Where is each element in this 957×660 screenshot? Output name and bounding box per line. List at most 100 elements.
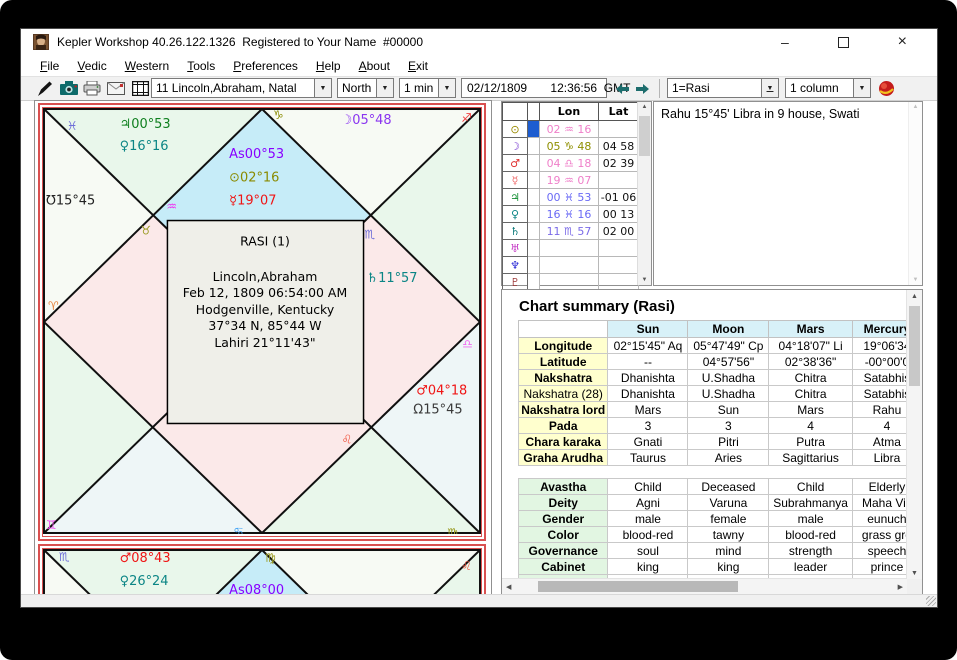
summary-value-cell: 05°47'49" Cp bbox=[688, 338, 769, 354]
chart-label-saturn: ♄11°57 bbox=[367, 271, 418, 286]
menu-help[interactable]: Help bbox=[307, 59, 350, 73]
film-icon[interactable] bbox=[131, 79, 150, 98]
summary-value-cell: Sun bbox=[688, 402, 769, 418]
resize-grip[interactable] bbox=[926, 596, 936, 606]
scroll-down-icon[interactable]: ▼ bbox=[911, 570, 918, 577]
select-cell[interactable] bbox=[528, 172, 540, 189]
planet-row-mars[interactable]: ♂04 ♎ 1802 39 bbox=[503, 155, 639, 172]
chart-select[interactable]: 11 Lincoln,Abraham, Natal ▼ bbox=[151, 78, 332, 98]
planet-row-uranus[interactable]: ♅ bbox=[503, 240, 639, 257]
select-cell[interactable] bbox=[528, 155, 540, 172]
summary-col-header: Sun bbox=[608, 321, 688, 338]
planet-table-scrollbar[interactable]: ▲ ▼ bbox=[637, 102, 651, 285]
printer-icon[interactable] bbox=[82, 79, 101, 98]
select-cell[interactable] bbox=[528, 138, 540, 155]
menu-preferences[interactable]: Preferences bbox=[224, 59, 307, 73]
camera-icon[interactable] bbox=[59, 79, 78, 98]
menu-western[interactable]: Western bbox=[116, 59, 178, 73]
select-cell[interactable] bbox=[528, 274, 540, 291]
planet-row-mercury[interactable]: ☿19 ♒ 07 bbox=[503, 172, 639, 189]
planet-row-venus[interactable]: ♀16 ♓ 1600 13 bbox=[503, 206, 639, 223]
select-cell[interactable] bbox=[528, 206, 540, 223]
second-chart[interactable]: ♏ ♂08°43 ♀26°24 ♍ As08°00 ♌ bbox=[38, 544, 486, 596]
menu-tools[interactable]: Tools bbox=[178, 59, 224, 73]
chart-title: RASI (1) bbox=[240, 234, 290, 249]
scrollbar-thumb[interactable] bbox=[639, 116, 650, 156]
forward-arrow-icon[interactable] bbox=[633, 79, 652, 98]
chevron-down-icon[interactable]: ▼ bbox=[438, 79, 455, 97]
scroll-down-icon[interactable]: ▼ bbox=[909, 277, 922, 283]
menu-about[interactable]: About bbox=[350, 59, 399, 73]
info-scrollbar[interactable]: ▲ ▼ bbox=[908, 102, 922, 285]
summary-label-cell: Longitude bbox=[519, 338, 608, 354]
scroll-right-icon[interactable]: ▶ bbox=[898, 583, 903, 591]
envelope-icon[interactable] bbox=[106, 79, 125, 98]
sign-leo: ♌ bbox=[342, 433, 353, 447]
lon-cell bbox=[540, 274, 599, 291]
sign-taurus: ♉ bbox=[141, 224, 152, 238]
maximize-button[interactable] bbox=[838, 37, 849, 48]
summary-row: Nakshatra (28)DhanishtaU.ShadhaChitraSat… bbox=[519, 386, 922, 402]
chevron-down-icon[interactable]: ▼ bbox=[853, 79, 870, 97]
scrollbar-corner bbox=[907, 579, 922, 594]
chevron-down-icon[interactable]: ▼ bbox=[314, 79, 331, 97]
chevron-down-icon[interactable]: ▼ bbox=[376, 79, 393, 97]
planet-row-neptune[interactable]: ♆ bbox=[503, 257, 639, 274]
scroll-up-icon[interactable]: ▲ bbox=[909, 104, 922, 110]
select-cell[interactable] bbox=[528, 223, 540, 240]
summary-vscrollbar[interactable]: ▲ ▼ bbox=[906, 290, 922, 580]
summary-row: AvasthaChildDeceasedChildElderly bbox=[519, 479, 922, 495]
scroll-up-icon[interactable]: ▲ bbox=[638, 104, 651, 110]
chart-style-select[interactable]: North ▼ bbox=[337, 78, 394, 98]
planet-row-saturn[interactable]: ♄11 ♏ 5702 00 bbox=[503, 223, 639, 240]
select-cell[interactable] bbox=[528, 257, 540, 274]
summary-label-cell: Latitude bbox=[519, 354, 608, 370]
planet-row-sun[interactable]: ⊙02 ♒ 16 bbox=[503, 121, 639, 138]
back-arrow-icon[interactable] bbox=[613, 79, 632, 98]
select-cell[interactable] bbox=[528, 240, 540, 257]
sign-virgo: ♍ bbox=[447, 526, 458, 534]
summary-label-cell: Color bbox=[519, 527, 608, 543]
summary-hscrollbar[interactable]: ◀ ▶ bbox=[502, 578, 907, 594]
lat-cell bbox=[599, 257, 639, 274]
time-step-select[interactable]: 1 min ▼ bbox=[399, 78, 456, 98]
lon-cell: 11 ♏ 57 bbox=[540, 223, 599, 240]
scrollbar-thumb[interactable] bbox=[909, 306, 920, 386]
columns-select[interactable]: 1 column ▼ bbox=[785, 78, 871, 98]
pen-icon[interactable] bbox=[35, 79, 54, 98]
planet-row-jupiter[interactable]: ♃00 ♓ 53-01 06 bbox=[503, 189, 639, 206]
planet-info-text: Rahu 15°45' Libra in 9 house, Swati bbox=[661, 107, 860, 121]
saturn-icon: ♄ bbox=[503, 223, 528, 240]
minimize-button[interactable]: – bbox=[781, 35, 789, 49]
scroll-down-icon[interactable]: ▼ bbox=[638, 277, 651, 283]
planet-row-pluto[interactable]: ♇ bbox=[503, 274, 639, 291]
select-cell[interactable] bbox=[528, 121, 540, 138]
summary-value-cell: Gnati bbox=[608, 434, 688, 450]
caption-buttons: – × bbox=[767, 29, 937, 55]
summary-value-cell: mind bbox=[688, 543, 769, 559]
rasi-chart[interactable]: ♓ ♃00°53 ♀16°16 ℧15°45 ♈ As00°53 ⊙02°16 … bbox=[38, 103, 486, 541]
scroll-left-icon[interactable]: ◀ bbox=[506, 583, 511, 591]
planet-row-moon[interactable]: ☽05 ♑ 4804 58 bbox=[503, 138, 639, 155]
summary-value-cell: leader bbox=[769, 559, 853, 575]
summary-value-cell: Taurus bbox=[608, 450, 688, 466]
lon-cell: 04 ♎ 18 bbox=[540, 155, 599, 172]
select-cell[interactable] bbox=[528, 189, 540, 206]
list-chevron-icon[interactable]: ▼ bbox=[761, 79, 778, 97]
scroll-up-icon[interactable]: ▲ bbox=[911, 293, 918, 300]
toolbar: 11 Lincoln,Abraham, Natal ▼ North ▼ 1 mi… bbox=[21, 76, 937, 101]
summary-row: NakshatraDhanishtaU.ShadhaChitraSatabhis bbox=[519, 370, 922, 386]
menu-exit[interactable]: Exit bbox=[399, 59, 437, 73]
red-ball-icon[interactable] bbox=[877, 79, 896, 98]
summary-value-cell: blood-red bbox=[608, 527, 688, 543]
summary-value-cell: 04°57'56" bbox=[688, 354, 769, 370]
close-button[interactable]: × bbox=[898, 34, 907, 50]
menu-vedic[interactable]: Vedic bbox=[68, 59, 115, 73]
rasi-chart-svg: ♓ ♃00°53 ♀16°16 ℧15°45 ♈ As00°53 ⊙02°16 … bbox=[43, 108, 481, 534]
summary-spacer bbox=[519, 466, 922, 479]
menu-file[interactable]: File bbox=[31, 59, 68, 73]
lon-cell: 02 ♒ 16 bbox=[540, 121, 599, 138]
wheel-select[interactable]: 1=Rasi ▼ bbox=[667, 78, 779, 98]
scrollbar-thumb[interactable] bbox=[538, 581, 738, 592]
datetime-field[interactable]: 02/12/1809 12:36:56 GMT bbox=[461, 78, 607, 98]
